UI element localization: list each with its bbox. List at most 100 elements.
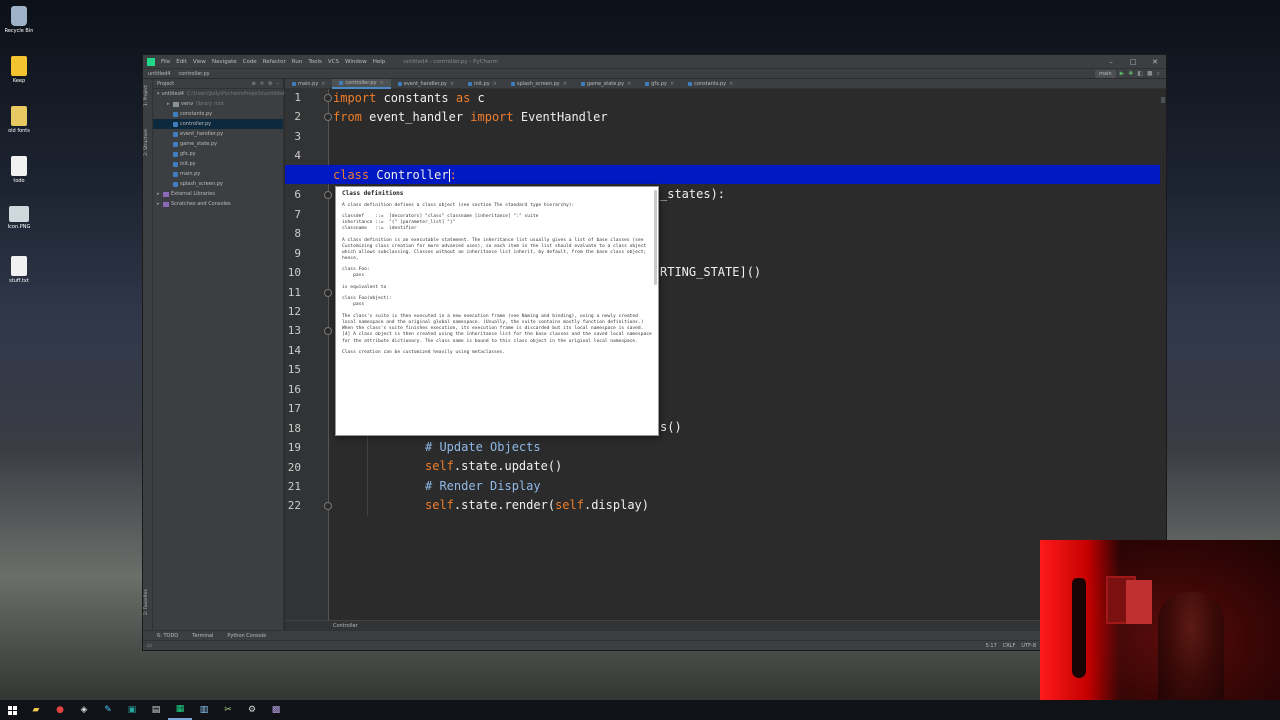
fold-marker-icon[interactable] <box>324 327 332 336</box>
tree-item[interactable]: splash_screen.py <box>153 179 283 189</box>
caret-position[interactable]: 5:17 <box>986 643 997 649</box>
minimize-icon[interactable]: – <box>1100 58 1122 66</box>
structure-tool-tab[interactable]: 2: Structure <box>144 129 149 156</box>
tree-item[interactable]: event_handler.py <box>153 129 283 139</box>
fold-marker-icon[interactable] <box>324 113 332 122</box>
file-explorer-icon[interactable]: ▰ <box>24 700 48 720</box>
chevron-right-icon[interactable]: ▾ <box>157 91 160 97</box>
tree-item[interactable]: main.py <box>153 169 283 179</box>
close-icon[interactable]: × <box>563 81 567 87</box>
settings-icon[interactable]: ⚙ <box>240 700 264 720</box>
project-tool-tab[interactable]: 1: Project <box>144 85 149 106</box>
app-icon[interactable]: ▣ <box>120 700 144 720</box>
menu-tools[interactable]: Tools <box>308 59 322 65</box>
close-icon[interactable]: ✕ <box>1144 58 1166 66</box>
stop-icon[interactable]: ■ <box>1147 70 1153 77</box>
editor-tab[interactable]: init.py × <box>461 79 504 89</box>
project-panel-title[interactable]: Project <box>157 81 174 87</box>
menu-run[interactable]: Run <box>292 59 303 65</box>
code-breadcrumb: Controller <box>285 620 1166 630</box>
fold-marker-icon[interactable] <box>324 94 332 102</box>
fold-marker-icon[interactable] <box>324 502 332 511</box>
breadcrumb-class[interactable]: Controller <box>333 623 358 629</box>
collapse-icon[interactable]: ≑ <box>260 81 264 87</box>
tree-item[interactable]: ▸ venv library root <box>153 99 283 109</box>
code-editor[interactable]: import constants as c from event_handler… <box>285 89 1166 620</box>
python-console-tool-tab[interactable]: Python Console <box>227 633 266 639</box>
tree-item[interactable]: ▸ Scratches and Consoles <box>153 199 283 209</box>
line-separator[interactable]: CRLF <box>1003 643 1016 649</box>
pycharm-icon-2[interactable]: ▩ <box>264 700 288 720</box>
keep-shortcut[interactable]: Keep <box>2 56 36 84</box>
coverage-icon[interactable]: ◧ <box>1137 70 1143 77</box>
windows-start-icon[interactable] <box>0 700 24 720</box>
chrome-icon[interactable]: ● <box>48 700 72 720</box>
run-icon[interactable]: ▶ <box>1120 70 1125 77</box>
python-file-icon <box>688 81 693 86</box>
tree-item[interactable]: game_state.py <box>153 139 283 149</box>
tree-item[interactable]: ▾ untitled4 C:\Users\Jody\PycharmProjects\… <box>153 89 288 99</box>
close-icon[interactable]: × <box>627 81 631 87</box>
close-icon[interactable]: × <box>670 81 674 87</box>
pycharm-icon[interactable]: ▦ <box>168 700 192 720</box>
editor-tab[interactable]: main.py × <box>285 79 332 89</box>
icon-png-shortcut[interactable]: Icon.PNG <box>2 206 36 230</box>
tree-item[interactable]: controller.py <box>153 119 283 129</box>
editor-tab[interactable]: game_state.py × <box>574 79 638 89</box>
fold-marker-icon[interactable] <box>324 288 332 297</box>
tree-item[interactable]: constants.py <box>153 109 283 119</box>
close-icon[interactable]: × <box>380 80 384 86</box>
doc-paragraph-2: The class's suite is then executed in a … <box>342 313 652 344</box>
editor-tab[interactable]: constants.py × <box>681 79 740 89</box>
file-encoding[interactable]: UTF-8 <box>1021 643 1036 649</box>
unity-icon[interactable]: ◈ <box>72 700 96 720</box>
nav-crumb-file[interactable]: controller.py <box>178 71 209 77</box>
locate-icon[interactable]: ⊕ <box>252 81 256 87</box>
stuff-txt-shortcut[interactable]: stuff.txt <box>2 256 36 284</box>
gear-icon[interactable]: ⚙ <box>268 81 272 87</box>
line-number: 9 <box>294 246 301 260</box>
close-icon[interactable]: × <box>729 81 733 87</box>
navigation-bar: untitled4 controller.py main ▶ ✱ ◧ ■ ⌕ <box>143 68 1166 78</box>
menu-refactor[interactable]: Refactor <box>263 59 286 65</box>
menu-help[interactable]: Help <box>373 59 386 65</box>
snipping-tool-icon[interactable]: ✂ <box>216 700 240 720</box>
todo-tool-tab[interactable]: 6: TODO <box>157 633 178 639</box>
tree-item[interactable]: gfx.py <box>153 149 283 159</box>
old-fonts-shortcut[interactable]: old fonts <box>2 106 36 134</box>
menu-view[interactable]: View <box>193 59 206 65</box>
favorites-tool-tab[interactable]: 2: Favorites <box>144 589 149 615</box>
quick-documentation-popup[interactable]: Class definitions A class definition def… <box>335 186 659 436</box>
doc-scrollbar[interactable] <box>654 190 657 285</box>
debug-icon[interactable]: ✱ <box>1128 70 1133 77</box>
close-icon[interactable]: × <box>493 81 497 87</box>
menu-vcs[interactable]: VCS <box>328 59 339 65</box>
todo-shortcut[interactable]: todo <box>2 156 36 184</box>
close-icon[interactable]: × <box>321 81 325 87</box>
editor-tab[interactable]: gfx.py × <box>638 79 681 89</box>
close-icon[interactable]: × <box>450 81 454 87</box>
tree-item[interactable]: ▸ External Libraries <box>153 189 283 199</box>
maximize-icon[interactable]: □ <box>1122 58 1144 66</box>
tree-item[interactable]: init.py <box>153 159 283 169</box>
menu-navigate[interactable]: Navigate <box>212 59 237 65</box>
fold-marker-icon[interactable] <box>324 191 332 200</box>
nav-crumb-project[interactable]: untitled4 <box>148 71 170 77</box>
menu-window[interactable]: Window <box>345 59 367 65</box>
search-icon[interactable]: ⌕ <box>1157 70 1160 78</box>
menu-code[interactable]: Code <box>243 59 257 65</box>
menu-edit[interactable]: Edit <box>176 59 187 65</box>
editor-tab[interactable]: splash_screen.py × <box>504 79 574 89</box>
editor-tab[interactable]: event_handler.py × <box>391 79 461 89</box>
hide-icon[interactable]: – <box>277 81 280 87</box>
paint-icon[interactable]: ✎ <box>96 700 120 720</box>
terminal-tool-tab[interactable]: Terminal <box>192 633 213 639</box>
menu-file[interactable]: File <box>161 59 170 65</box>
editor-tab-bar: main.py × controller.py × event_handler.py × i… <box>285 78 1166 89</box>
calculator-icon[interactable]: ▥ <box>192 700 216 720</box>
recycle-bin-shortcut[interactable]: Recycle Bin <box>2 6 36 34</box>
editor-tab[interactable]: controller.py × <box>332 78 391 89</box>
run-config-select[interactable]: main <box>1095 69 1116 78</box>
notepad-icon[interactable]: ▤ <box>144 700 168 720</box>
status-panel-icon[interactable]: ▭ <box>143 643 152 649</box>
